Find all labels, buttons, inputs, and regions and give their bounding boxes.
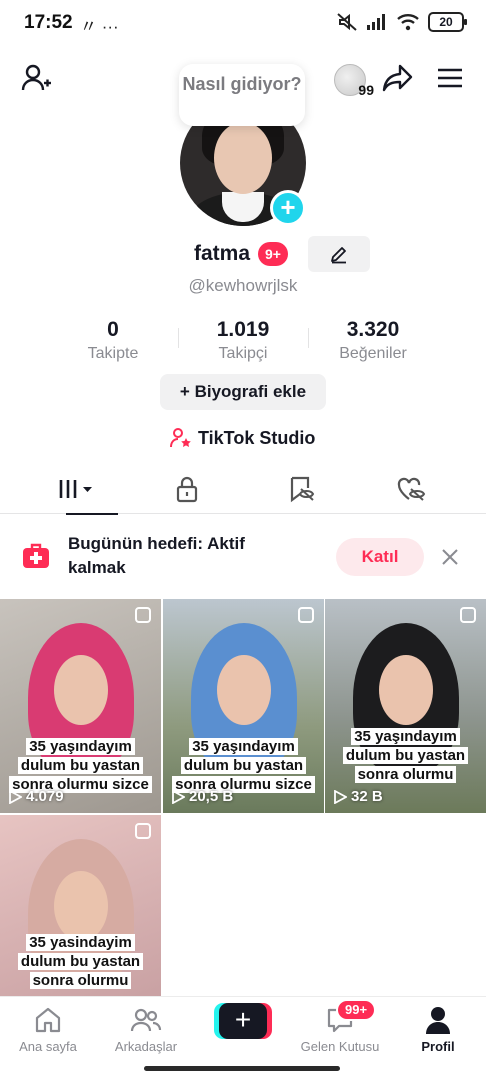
nav-friends[interactable]: Arkadaşlar (96, 1005, 196, 1054)
username: fatma (194, 242, 251, 265)
add-bio-button[interactable]: + Biyografi ekle (160, 374, 326, 410)
video-tile[interactable]: 35 yasindayim dulum bu yastan sonra olur… (0, 815, 161, 997)
add-user-button[interactable] (18, 60, 54, 96)
video-caption: 35 yasindayim dulum bu yastan sonra olur… (6, 933, 155, 990)
status-notification-icons: 〃 ··· (80, 17, 119, 36)
home-icon (35, 1007, 61, 1033)
stat-label: Beğeniler (339, 345, 407, 362)
view-count: 20,5 B (171, 788, 233, 805)
share-icon (382, 64, 413, 92)
view-count: 32 B (333, 788, 383, 805)
caption-text: 35 yaşındayım dulum bu yastan sonra olur… (9, 738, 152, 793)
stat-label: Takipte (87, 345, 139, 362)
profile-icon (426, 1007, 450, 1034)
edit-profile-button[interactable] (308, 236, 370, 272)
thumbnail-face (54, 655, 108, 725)
nav-profile-label: Profil (421, 1039, 455, 1054)
tab-reposts[interactable] (240, 464, 361, 514)
video-caption: 35 yaşındayım dulum bu yastan sonra olur… (331, 727, 480, 784)
stat-value: 1.019 (216, 318, 270, 341)
video-caption: 35 yaşındayım dulum bu yastan sonra olur… (6, 737, 155, 794)
thumbnail-face (379, 655, 433, 725)
user-handle: @kewhowrjlsk (188, 276, 298, 295)
first-aid-bag-icon (23, 543, 49, 568)
caption-text: 35 yaşındayım dulum bu yastan sonra olur… (342, 728, 469, 783)
mute-icon (337, 13, 357, 31)
bookmark-eye-icon (290, 476, 314, 503)
thumbnail-face (54, 871, 108, 941)
pencil-icon (331, 247, 346, 264)
view-count-text: 20,5 B (189, 788, 234, 805)
add-user-icon (21, 64, 51, 91)
notification-badge[interactable]: 9+ (258, 242, 288, 266)
content-tabs (0, 464, 486, 515)
play-icon (334, 789, 347, 804)
stat-value: 0 (107, 318, 119, 341)
goal-text: Bugünün hedefi: Aktif kalmak (68, 534, 245, 577)
select-checkbox[interactable] (298, 607, 314, 623)
battery-icon: 20 (428, 12, 467, 32)
nav-profile[interactable]: Profil (388, 1005, 486, 1054)
select-checkbox[interactable] (460, 607, 476, 623)
status-time: 17:52 (24, 12, 73, 33)
nav-home-label: Ana sayfa (19, 1039, 77, 1054)
join-button[interactable]: Katıl (336, 538, 424, 576)
thumbnail-face (217, 655, 271, 725)
tab-videos[interactable] (16, 464, 137, 515)
coin-button[interactable]: 99 (328, 60, 374, 100)
plus-icon: + (219, 1003, 267, 1039)
status-right-group: 20 (336, 12, 467, 32)
create-button[interactable]: + (214, 1003, 272, 1039)
name-row: fatma 9+ (0, 236, 486, 276)
status-bar: 17:52 〃 ··· 20 (0, 0, 486, 46)
video-tile[interactable]: 35 yaşındayım dulum bu yastan sonra olur… (325, 599, 486, 813)
menu-icon (438, 68, 462, 88)
add-photo-button[interactable]: + (270, 190, 306, 226)
tab-active-indicator (66, 513, 118, 515)
select-checkbox[interactable] (135, 607, 151, 623)
nav-friends-label: Arkadaşlar (114, 1039, 178, 1054)
video-tile[interactable]: 35 yaşındayım dulum bu yastan sonra olur… (0, 599, 161, 813)
coin-count: 99 (358, 82, 374, 98)
play-icon (9, 789, 22, 804)
tab-liked[interactable] (350, 464, 471, 514)
play-icon (172, 789, 185, 804)
home-indicator[interactable] (144, 1066, 340, 1071)
signal-icon (367, 14, 385, 30)
nav-home[interactable]: Ana sayfa (0, 1005, 98, 1054)
video-caption: 35 yaşındayım dulum bu yastan sonra olur… (169, 737, 318, 794)
nav-inbox-label: Gelen Kutusu (300, 1039, 380, 1054)
heart-eye-icon (397, 477, 425, 501)
view-count-text: 4.079 (26, 788, 64, 805)
caption-text: 35 yaşındayım dulum bu yastan sonra olur… (172, 738, 315, 793)
stat-following[interactable]: 0 Takipte (48, 318, 178, 363)
status-speech-bubble[interactable]: Nasıl gidiyor? (179, 64, 305, 126)
profile-stats: 0 Takipte 1.019 Takipçi 3.320 Beğeniler (0, 318, 486, 368)
studio-user-star-icon (170, 428, 191, 448)
view-count: 4.079 (8, 788, 64, 805)
view-count-text: 32 B (351, 788, 383, 805)
daily-goal-banner: Bugünün hedefi: Aktif kalmak Katıl (0, 522, 486, 592)
tiktok-studio-link[interactable]: TikTok Studio (170, 426, 315, 450)
stat-likes[interactable]: 3.320 Beğeniler (308, 318, 438, 363)
grid-icon (59, 480, 92, 498)
menu-button[interactable] (432, 60, 468, 96)
stat-value: 3.320 (346, 318, 400, 341)
inbox-badge: 99+ (336, 999, 377, 1021)
wifi-icon (397, 14, 419, 31)
select-checkbox[interactable] (135, 823, 151, 839)
avatar-face (214, 122, 272, 194)
tab-private[interactable] (126, 464, 247, 514)
friends-icon (130, 1008, 162, 1032)
video-tile[interactable]: 35 yaşındayım dulum bu yastan sonra olur… (163, 599, 324, 813)
close-icon[interactable] (438, 545, 462, 569)
lock-icon (176, 476, 197, 503)
share-button[interactable] (380, 60, 416, 96)
stat-followers[interactable]: 1.019 Takipçi (178, 318, 308, 363)
studio-label: TikTok Studio (198, 427, 316, 448)
caption-text: 35 yasindayim dulum bu yastan sonra olur… (17, 934, 144, 989)
stat-label: Takipçi (218, 345, 268, 362)
